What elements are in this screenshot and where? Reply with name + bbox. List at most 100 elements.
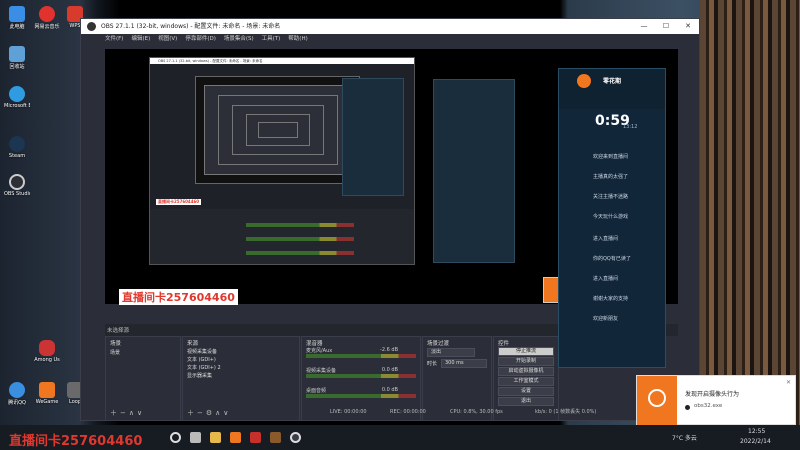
chat-message: 关注主播不迷路 <box>593 194 629 200</box>
notification-close-icon[interactable]: ✕ <box>786 379 791 386</box>
edge-icon <box>9 86 25 102</box>
app-taskbar-icon[interactable] <box>270 432 281 443</box>
obs-statusbar: LIVE: 00:00:00 REC: 00:00:00 CPU: 0.8%, … <box>105 407 678 418</box>
taskbar-watermark: 直播间卡257604460 <box>9 434 143 449</box>
nested-title: OBS 27.1.1 (32-bit, windows) - 配置文件: 未命名… <box>150 58 414 64</box>
menu-tools[interactable]: 工具(T) <box>262 34 281 45</box>
wegame-icon <box>39 382 55 398</box>
menu-view[interactable]: 视图(V) <box>158 34 177 45</box>
duration-label: 时长 <box>427 361 438 367</box>
notification-camera-icon <box>637 376 677 426</box>
nested-docks <box>150 209 414 264</box>
desktop-icon-recycle-bin[interactable]: 回收站 <box>4 46 30 70</box>
close-button[interactable]: ✕ <box>677 19 699 34</box>
source-item[interactable]: 文本 (GDI+) <box>187 356 216 364</box>
audio-meter <box>306 354 416 358</box>
mixer-title: 混音器 <box>306 341 323 347</box>
chat-message: 主播真的太强了 <box>593 174 629 180</box>
among-us-icon <box>39 340 55 356</box>
clock-date[interactable]: 2022/2/14 <box>740 438 771 445</box>
virtual-camera-button[interactable]: 启动虚拟摄像机 <box>498 367 554 376</box>
app-taskbar-icon[interactable] <box>250 432 261 443</box>
minimize-button[interactable]: — <box>633 19 655 34</box>
mixer-channel-name: 桌面音频 <box>306 388 327 394</box>
qq-icon <box>9 382 25 398</box>
mixer-channel-db: 0.0 dB <box>381 387 398 393</box>
source-item[interactable]: 文本 (GDI+) 2 <box>187 364 221 372</box>
source-item[interactable]: 显示器采集 <box>187 372 212 380</box>
obs-icon <box>9 174 25 190</box>
nested-stream-tag: 直播间卡257604460 <box>156 199 202 205</box>
desktop-icon-wegame[interactable]: WeGame <box>34 382 60 405</box>
exit-button[interactable]: 退出 <box>498 397 554 406</box>
menu-edit[interactable]: 编辑(E) <box>131 34 150 45</box>
clock-time[interactable]: 12:55 <box>748 428 765 435</box>
chat-message: 谢谢大家的支持 <box>593 296 629 302</box>
steam-icon <box>9 136 25 152</box>
menu-help[interactable]: 帮助(H) <box>288 34 307 45</box>
nested-chat-panel <box>342 78 404 196</box>
camera-notification[interactable]: 发现开启摄像头行为 obs32.exe ✕ <box>636 375 796 426</box>
desktop: 此电脑 网易云音乐 WPS 回收站 Microsoft Edge Steam O… <box>0 0 800 450</box>
chat-message: 欢迎来到直播间 <box>593 154 629 160</box>
recycle-bin-icon <box>9 46 25 62</box>
stream-room-tag: 直播间卡257604460 <box>119 289 238 305</box>
chat-message: 你的QQ有已读了 <box>593 256 631 262</box>
audio-meter <box>306 394 416 398</box>
music-icon <box>39 6 55 22</box>
menu-file[interactable]: 文件(F) <box>105 34 123 45</box>
app-taskbar-icon[interactable] <box>210 432 221 443</box>
taskbar: 直播间卡257604460 7°C 多云 12:55 2022/2/14 <box>0 425 800 450</box>
rec-time: REC: 00:00:00 <box>390 409 426 415</box>
transition-select[interactable]: 淡出 <box>427 348 475 357</box>
source-item[interactable]: 视频采集设备 <box>187 348 217 356</box>
captured-chat-panel <box>433 79 515 263</box>
transitions-title: 场景过渡 <box>427 341 450 347</box>
desktop-icon-edge[interactable]: Microsoft Edge <box>4 86 30 109</box>
live-time: LIVE: 00:00:00 <box>330 409 367 415</box>
start-recording-button[interactable]: 开始录制 <box>498 357 554 366</box>
scene-item[interactable]: 场景 <box>110 349 120 357</box>
desktop-icon-obs[interactable]: OBS Studio <box>4 174 30 197</box>
mixer-channel-db: 0.0 dB <box>381 367 398 373</box>
chat-message: 进入直播间 <box>593 236 619 242</box>
timer-small: 13:12 <box>623 124 638 130</box>
obs-logo-icon <box>87 22 96 31</box>
desktop-icon-netease-music[interactable]: 网易云音乐 <box>34 6 60 30</box>
task-view-icon[interactable] <box>190 432 201 443</box>
computer-icon <box>9 6 25 22</box>
settings-button[interactable]: 设置 <box>498 387 554 396</box>
weather[interactable]: 7°C 多云 <box>672 433 697 442</box>
audio-meter <box>306 374 416 378</box>
desktop-icon-qq[interactable]: 腾讯QQ <box>4 382 30 406</box>
chat-message: 进入直播间 <box>593 276 619 282</box>
sources-title: 来源 <box>187 341 199 347</box>
obs-titlebar[interactable]: OBS 27.1.1 (32-bit, windows) - 配置文件: 未命名… <box>81 19 699 34</box>
wallpaper-bookshelf <box>700 0 800 425</box>
duration-input[interactable]: 300 ms <box>441 359 487 368</box>
controls-title: 控件 <box>498 341 510 347</box>
cpu-fps: CPU: 0.8%, 30.00 fps <box>450 409 503 415</box>
desktop-icon-among-us[interactable]: Among Us <box>34 340 60 363</box>
chat-header: 零花期 <box>559 69 665 109</box>
obs-window-title: OBS 27.1.1 (32-bit, windows) - 配置文件: 未命名… <box>101 23 281 30</box>
chat-message: 今天玩什么游戏 <box>593 214 629 220</box>
live-chat-window[interactable]: 零花期 0:59 13:12 欢迎来到直播间 主播真的太强了 关注主播不迷路 今… <box>558 68 666 368</box>
recursive-preview <box>195 76 360 184</box>
mixer-channel-db: -2.6 dB <box>380 347 398 353</box>
streamer-name: 零花期 <box>603 78 622 85</box>
search-icon[interactable] <box>170 432 181 443</box>
studio-mode-button[interactable]: 工作室模式 <box>498 377 554 386</box>
menu-docks[interactable]: 停靠部件(D) <box>185 34 216 45</box>
desktop-icon-steam[interactable]: Steam <box>4 136 30 159</box>
obs-menubar: 文件(F) 编辑(E) 视图(V) 停靠部件(D) 场景集合(S) 工具(T) … <box>81 34 699 45</box>
desktop-icon-this-pc[interactable]: 此电脑 <box>4 6 30 30</box>
mixer-channel-name: 麦克风/Aux <box>306 348 333 354</box>
obs-taskbar-icon[interactable] <box>290 432 301 443</box>
nested-obs-capture: OBS 27.1.1 (32-bit, windows) - 配置文件: 未命名… <box>149 57 415 265</box>
mixer-channel-name: 视频采集设备 <box>306 368 337 374</box>
app-taskbar-icon[interactable] <box>230 432 241 443</box>
stop-streaming-button[interactable]: 停止推流 <box>498 347 554 356</box>
menu-scene-collection[interactable]: 场景集合(S) <box>224 34 254 45</box>
maximize-button[interactable]: ☐ <box>655 19 677 34</box>
